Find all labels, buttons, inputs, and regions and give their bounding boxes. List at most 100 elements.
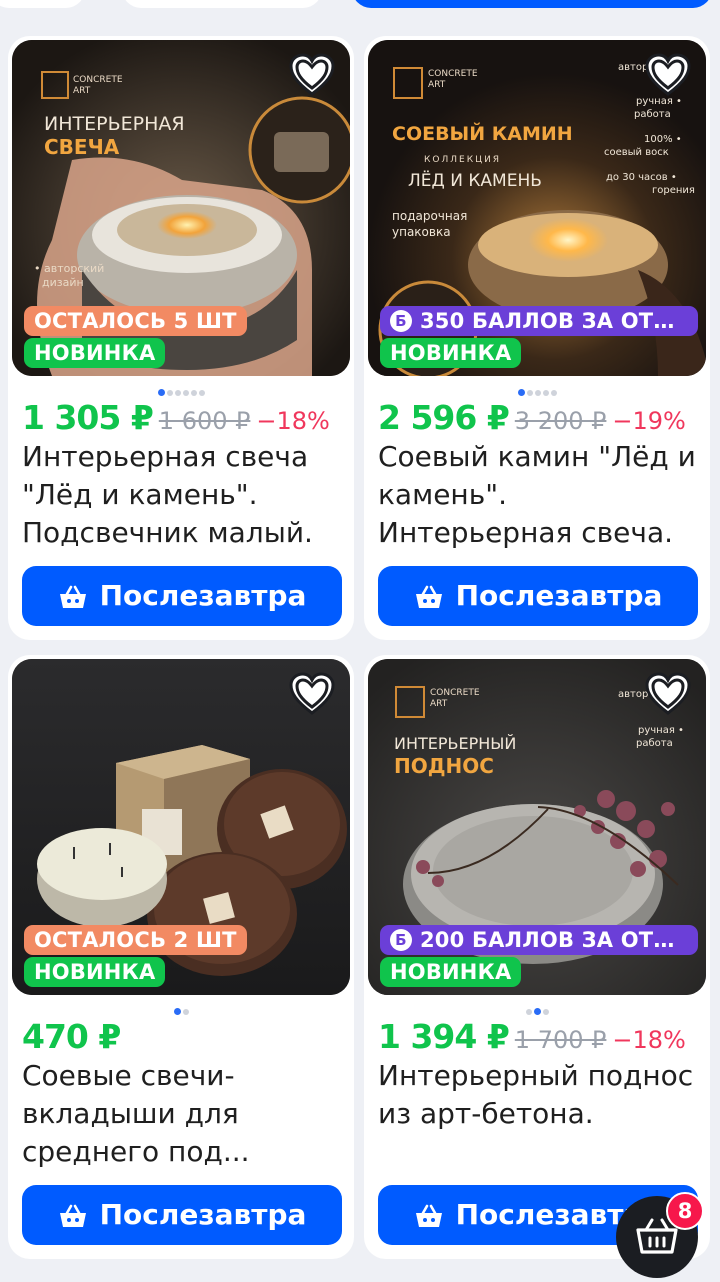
photo-carousel-dots: [8, 1001, 354, 1015]
prev-card-stub: [122, 0, 322, 8]
carousel-dot: [166, 389, 173, 396]
favorite-heart-icon[interactable]: [644, 671, 692, 717]
carousel-dot: [517, 389, 525, 396]
svg-text:СВЕЧА: СВЕЧА: [44, 135, 120, 159]
bonus-points-badge: Б 350 БАЛЛОВ ЗА ОТЗ...: [380, 306, 698, 336]
old-price: 1 700 ₽: [514, 1026, 607, 1054]
favorite-heart-icon[interactable]: [644, 52, 692, 98]
cart-count-badge: 8: [666, 1192, 704, 1230]
new-badge: НОВИНКА: [380, 338, 522, 368]
svg-text:ПОДНОС: ПОДНОС: [394, 754, 494, 778]
svg-text:дизайн: дизайн: [42, 276, 84, 289]
new-badge: НОВИНКА: [380, 957, 522, 987]
svg-text:работа: работа: [636, 738, 673, 749]
svg-text:КОЛЛЕКЦИЯ: КОЛЛЕКЦИЯ: [424, 155, 501, 165]
carousel-dot: [198, 389, 205, 396]
svg-text:работа: работа: [634, 109, 671, 120]
delivery-button[interactable]: Послезавтра: [22, 566, 342, 626]
current-price: 470 ₽: [22, 1017, 121, 1056]
product-photo[interactable]: CONCRETE ART ИНТЕРЬЕРНЫЙ ПОДНОС автор ру…: [368, 659, 706, 995]
current-price: 1 305 ₽: [22, 398, 154, 437]
price-row: 1 394 ₽1 700 ₽ −18%: [378, 1017, 686, 1056]
svg-text:ИНТЕРЬЕРНАЯ: ИНТЕРЬЕРНАЯ: [44, 113, 185, 135]
price-row: 470 ₽: [22, 1017, 121, 1056]
carousel-dot: [534, 389, 541, 396]
carousel-dot: [550, 389, 557, 396]
photo-carousel-dots: [8, 382, 354, 396]
product-card[interactable]: CONCRETE ART ИНТЕРЬЕРНЫЙ ПОДНОС автор ру…: [364, 655, 710, 1259]
carousel-dot: [526, 389, 533, 396]
carousel-dot: [190, 389, 197, 396]
carousel-dot: [542, 389, 549, 396]
new-badge: НОВИНКА: [24, 338, 166, 368]
favorite-heart-icon[interactable]: [288, 52, 336, 98]
basket-icon: [415, 1204, 442, 1227]
product-title[interactable]: Интерьерная свеча "Лёд и камень". Подсве…: [22, 438, 342, 552]
svg-text:упаковка: упаковка: [392, 225, 451, 239]
carousel-dot: [533, 1008, 541, 1015]
svg-text:100% •: 100% •: [644, 134, 682, 145]
product-photo[interactable]: CONCRETE ART ИНТЕРЬЕРНАЯ СВЕЧА • авторск…: [12, 40, 350, 376]
new-badge: НОВИНКА: [24, 957, 166, 987]
old-price: 3 200 ₽: [514, 407, 607, 435]
current-price: 1 394 ₽: [378, 1017, 510, 1056]
old-price: 1 600 ₽: [158, 407, 251, 435]
svg-text:ЛЁД И КАМЕНЬ: ЛЁД И КАМЕНЬ: [408, 170, 542, 191]
svg-text:CONCRETE: CONCRETE: [428, 69, 478, 79]
product-title[interactable]: Интерьерный поднос из арт-бетона.: [378, 1057, 698, 1133]
price-row: 1 305 ₽1 600 ₽ −18%: [22, 398, 330, 437]
carousel-dot: [525, 1008, 532, 1015]
bonus-icon: Б: [390, 929, 412, 951]
basket-icon: [415, 585, 442, 608]
svg-text:ИНТЕРЬЕРНЫЙ: ИНТЕРЬЕРНЫЙ: [394, 734, 516, 753]
delivery-button-label: Послезавтра: [99, 579, 307, 612]
price-row: 2 596 ₽3 200 ₽ −19%: [378, 398, 686, 437]
discount-percent: −18%: [612, 1026, 686, 1054]
svg-text:ART: ART: [430, 699, 448, 709]
delivery-button-label: Послезавтра: [99, 1198, 307, 1231]
svg-text:СОЕВЫЙ КАМИН: СОЕВЫЙ КАМИН: [392, 122, 573, 145]
delivery-button[interactable]: Послезавтра: [22, 1185, 342, 1245]
basket-icon: [59, 1204, 86, 1227]
carousel-dot: [542, 1008, 549, 1015]
svg-text:CONCRETE: CONCRETE: [73, 75, 123, 85]
basket-icon: [59, 585, 86, 608]
product-card[interactable]: ОСТАЛОСЬ 2 ШТ НОВИНКА 470 ₽ Соевые свечи…: [8, 655, 354, 1259]
product-card[interactable]: CONCRETE ART СОЕВЫЙ КАМИН КОЛЛЕКЦИЯ ЛЁД …: [364, 36, 710, 640]
svg-text:ART: ART: [73, 86, 91, 96]
carousel-dot: [182, 389, 189, 396]
svg-text:• авторский: • авторский: [34, 262, 104, 275]
bonus-badge-label: 200 БАЛЛОВ ЗА ОТЗ...: [420, 928, 693, 952]
svg-text:ручная •: ручная •: [638, 725, 684, 736]
svg-text:соевый воск: соевый воск: [604, 147, 669, 158]
carousel-dot: [174, 389, 181, 396]
stock-left-badge: ОСТАЛОСЬ 5 ШТ: [24, 306, 247, 336]
discount-percent: −19%: [612, 407, 686, 435]
stock-left-badge: ОСТАЛОСЬ 2 ШТ: [24, 925, 247, 955]
prev-delivery-button-stub[interactable]: [352, 0, 712, 8]
product-card[interactable]: CONCRETE ART ИНТЕРЬЕРНАЯ СВЕЧА • авторск…: [8, 36, 354, 640]
product-title[interactable]: Соевые свечи-вкладыши для среднего под..…: [22, 1057, 342, 1171]
carousel-dot: [182, 1008, 189, 1015]
delivery-button-label: Послезавтра: [455, 579, 663, 612]
carousel-dot: [173, 1008, 181, 1015]
bonus-points-badge: Б 200 БАЛЛОВ ЗА ОТЗ...: [380, 925, 698, 955]
photo-carousel-dots: [364, 1001, 710, 1015]
product-title[interactable]: Соевый камин "Лёд и камень". Интерьерная…: [378, 438, 698, 552]
photo-carousel-dots: [364, 382, 710, 396]
bonus-icon: Б: [390, 310, 412, 332]
svg-text:до 30 часов •: до 30 часов •: [606, 172, 677, 183]
carousel-dot: [157, 389, 165, 396]
svg-text:горения: горения: [652, 185, 695, 196]
svg-text:ART: ART: [428, 80, 446, 90]
discount-percent: −18%: [256, 407, 330, 435]
current-price: 2 596 ₽: [378, 398, 510, 437]
svg-text:CONCRETE: CONCRETE: [430, 688, 480, 698]
product-photo[interactable]: CONCRETE ART СОЕВЫЙ КАМИН КОЛЛЕКЦИЯ ЛЁД …: [368, 40, 706, 376]
bonus-badge-label: 350 БАЛЛОВ ЗА ОТЗ...: [420, 309, 693, 333]
favorite-heart-icon[interactable]: [288, 671, 336, 717]
product-photo[interactable]: ОСТАЛОСЬ 2 ШТ НОВИНКА: [12, 659, 350, 995]
svg-text:подарочная: подарочная: [392, 209, 467, 223]
prev-card-stub: [0, 0, 85, 8]
delivery-button[interactable]: Послезавтра: [378, 566, 698, 626]
